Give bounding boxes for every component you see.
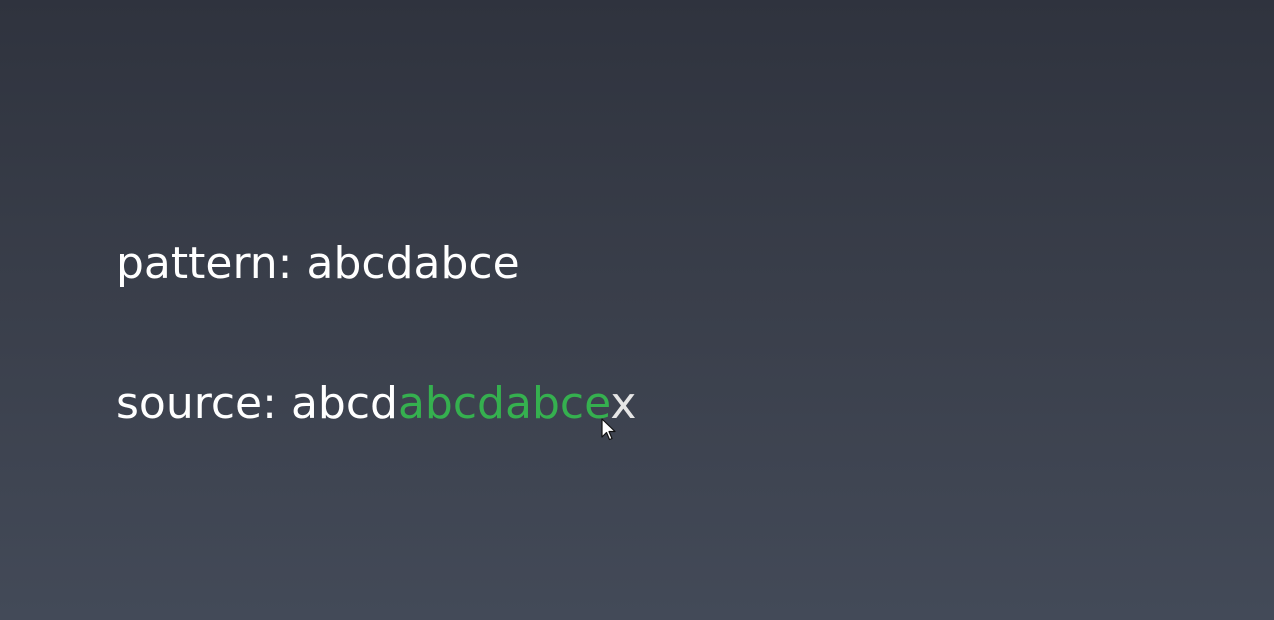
mouse-pointer-icon — [601, 418, 616, 441]
pattern-line: pattern: abcdabce — [116, 236, 520, 292]
pattern-value: abcdabce — [306, 238, 520, 289]
source-label: source: — [116, 378, 277, 429]
source-line: source: abcdabcdabcex — [116, 376, 636, 432]
slide-canvas: pattern: abcdabce source: abcdabcdabcex — [0, 0, 1274, 620]
source-match-highlight: abcdabce — [397, 378, 611, 429]
source-prefix: abcd — [290, 378, 398, 429]
pattern-label: pattern: — [116, 238, 293, 289]
